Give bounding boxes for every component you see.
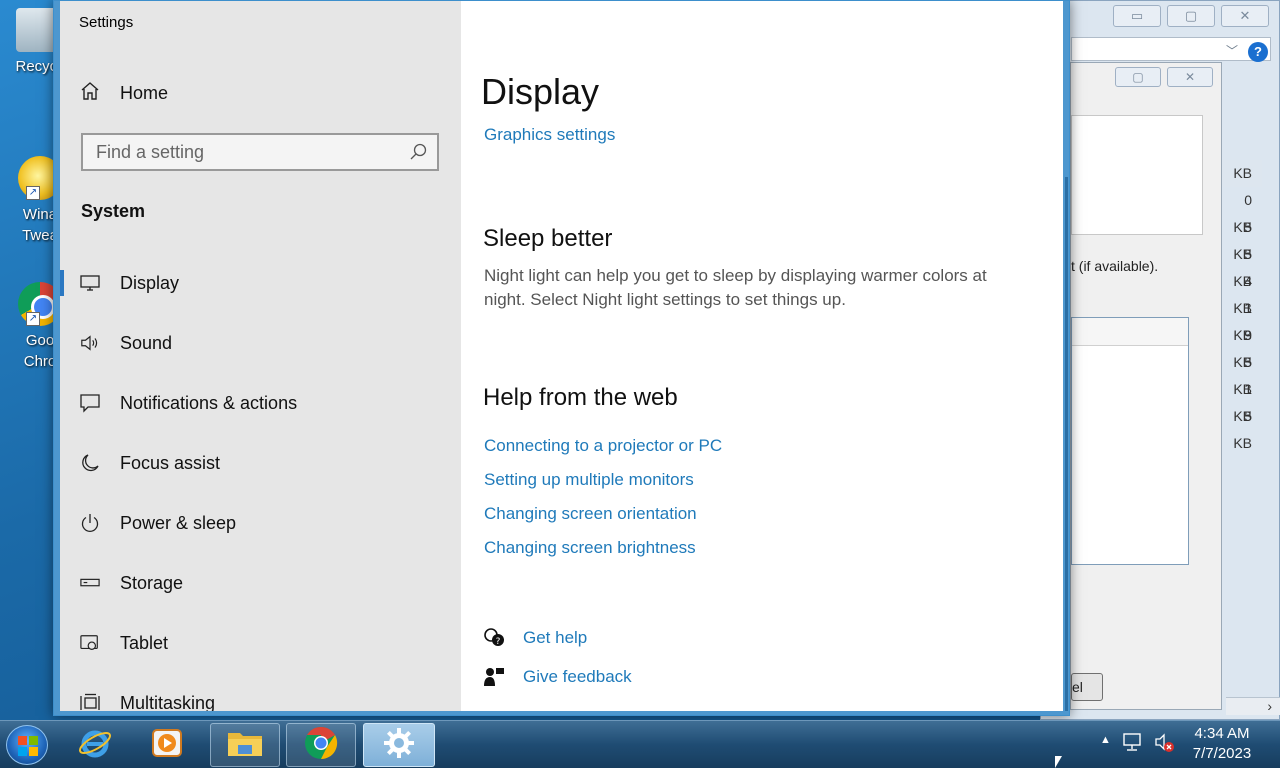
storage-icon xyxy=(80,573,100,593)
clock-date: 7/7/2023 xyxy=(1192,745,1252,762)
nav-item-storage[interactable]: Storage xyxy=(60,553,461,613)
settings-gear-icon xyxy=(382,726,416,765)
address-bar[interactable] xyxy=(1071,37,1271,61)
power-icon xyxy=(80,513,100,533)
sleep-better-heading: Sleep better xyxy=(483,225,613,252)
nav-item-label: Display xyxy=(120,272,180,293)
nav-item-label: Notifications & actions xyxy=(120,392,298,413)
get-help-icon: ? xyxy=(483,627,505,649)
volume-muted-icon[interactable] xyxy=(1154,732,1176,754)
nav-item-label: Tablet xyxy=(120,632,169,653)
sleep-better-text: Night light can help you get to sleep by… xyxy=(484,266,987,309)
chevron-down-icon[interactable]: ﹀ xyxy=(1226,42,1238,59)
minimize-button[interactable]: ▭ xyxy=(1113,5,1161,27)
taskbar-chrome[interactable] xyxy=(286,723,356,767)
dialog-text: t (if available). xyxy=(1071,258,1159,274)
help-link-multiple-monitors[interactable]: Setting up multiple monitors xyxy=(484,469,722,503)
nav-item-sound[interactable]: Sound xyxy=(60,313,461,373)
support-links: ? Get help Give feedback xyxy=(483,618,632,696)
dialog-cancel-button[interactable]: el xyxy=(1071,673,1103,701)
shortcut-arrow-icon: ↗ xyxy=(26,186,40,200)
graphics-settings-link[interactable]: Graphics settings xyxy=(484,125,615,145)
clock-time: 4:34 AM xyxy=(1194,725,1250,742)
get-help-row[interactable]: ? Get help xyxy=(483,618,632,657)
media-player-icon xyxy=(150,726,184,765)
file-explorer-icon xyxy=(226,727,264,764)
get-help-link[interactable]: Get help xyxy=(523,628,587,648)
nav-item-label: Power & sleep xyxy=(120,512,237,533)
dialog-panel xyxy=(1071,115,1203,235)
vertical-scrollbar[interactable] xyxy=(1063,1,1069,711)
internet-explorer-icon xyxy=(77,725,113,766)
nav-item-label: Storage xyxy=(120,572,184,593)
help-link-projector[interactable]: Connecting to a projector or PC xyxy=(484,435,722,469)
file-size: KB xyxy=(1222,160,1262,187)
tablet-icon xyxy=(80,633,100,653)
nav-item-label: Multitasking xyxy=(120,692,216,712)
home-icon xyxy=(80,81,100,106)
list-header xyxy=(1072,318,1188,346)
moon-icon xyxy=(80,453,100,473)
chrome-icon xyxy=(303,725,339,766)
settings-window[interactable]: Settings Home System Display Sound xyxy=(53,0,1070,716)
close-button[interactable]: ✕ xyxy=(1167,67,1213,87)
taskbar xyxy=(0,720,1280,768)
settings-sidebar: Settings Home System Display Sound xyxy=(60,1,461,711)
search-input[interactable] xyxy=(83,135,437,169)
taskbar-internet-explorer[interactable] xyxy=(60,723,130,767)
multitasking-icon xyxy=(80,693,100,711)
help-link-screen-brightness[interactable]: Changing screen brightness xyxy=(484,537,722,571)
nav-item-multitasking[interactable]: Multitasking xyxy=(60,673,461,711)
nav-item-notifications[interactable]: Notifications & actions xyxy=(60,373,461,433)
file-size-column: KB 0 KB 5 KB 5 KB 4 KB 1 KB 9 KB 5 KB 1 … xyxy=(1222,160,1262,451)
scroll-right-arrow-icon[interactable]: › xyxy=(1267,698,1272,714)
search-box[interactable] xyxy=(81,133,439,171)
taskbar-settings[interactable] xyxy=(363,723,435,767)
help-link-screen-orientation[interactable]: Changing screen orientation xyxy=(484,503,722,537)
dialog-list[interactable] xyxy=(1071,317,1189,565)
feedback-icon xyxy=(483,666,505,688)
nav-item-label: Focus assist xyxy=(120,452,221,473)
page-title: Display xyxy=(481,71,600,112)
mouse-cursor-icon xyxy=(1055,756,1062,768)
network-icon[interactable] xyxy=(1122,732,1144,752)
maximize-button[interactable]: ▢ xyxy=(1167,5,1215,27)
window-title: Settings xyxy=(79,14,134,31)
close-button[interactable]: ✕ xyxy=(1221,5,1269,27)
speaker-icon xyxy=(80,333,100,353)
give-feedback-row[interactable]: Give feedback xyxy=(483,657,632,696)
help-links-list: Connecting to a projector or PC Setting … xyxy=(484,435,722,571)
nav-item-label: Sound xyxy=(120,332,173,353)
maximize-button[interactable]: ▢ xyxy=(1115,67,1161,87)
taskbar-media-player[interactable] xyxy=(132,723,202,767)
help-icon[interactable]: ? xyxy=(1248,42,1268,62)
nav-home-label: Home xyxy=(120,83,169,103)
notification-icon xyxy=(80,393,100,413)
monitor-icon xyxy=(80,273,100,293)
give-feedback-link[interactable]: Give feedback xyxy=(523,667,632,687)
start-button[interactable] xyxy=(6,725,48,765)
shortcut-arrow-icon: ↗ xyxy=(26,312,40,326)
nav-item-power-sleep[interactable]: Power & sleep xyxy=(60,493,461,553)
svg-text:?: ? xyxy=(496,637,501,647)
horizontal-scrollbar[interactable]: › xyxy=(1226,697,1280,715)
scrollbar-thumb[interactable] xyxy=(1065,177,1068,711)
section-label-system: System xyxy=(81,201,146,221)
taskbar-clock[interactable]: 4:34 AM 7/7/2023 xyxy=(1186,724,1258,764)
nav-item-display[interactable]: Display xyxy=(60,253,461,313)
taskbar-file-explorer[interactable] xyxy=(210,723,280,767)
nav-home[interactable]: Home xyxy=(80,81,168,106)
show-hidden-icons-icon[interactable]: ▲ xyxy=(1100,734,1111,746)
search-icon[interactable] xyxy=(409,142,429,162)
settings-content-pane: Display Graphics settings Sleep better N… xyxy=(461,1,1063,711)
help-from-web-heading: Help from the web xyxy=(483,384,678,411)
nav-item-tablet[interactable]: Tablet xyxy=(60,613,461,673)
nav-item-focus-assist[interactable]: Focus assist xyxy=(60,433,461,493)
windows-logo-icon xyxy=(18,736,38,756)
settings-nav-list: Display Sound Notifications & actions Fo… xyxy=(60,253,461,711)
background-dialog-window[interactable]: ▢ ✕ t (if available). el xyxy=(1070,62,1222,710)
file-size: 0 KB xyxy=(1233,192,1252,235)
